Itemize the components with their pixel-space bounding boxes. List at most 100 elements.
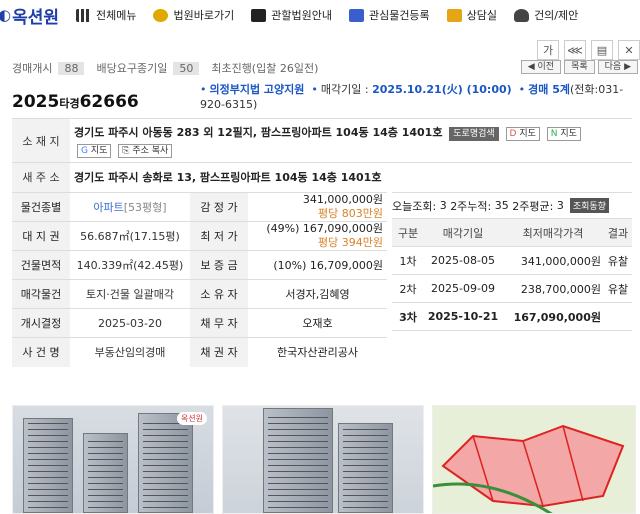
top-nav: 전체메뉴 법원바로가기 관할법원안내 관심물건등록 상담실 건의/제안 [76,7,595,23]
photo-exterior-1[interactable]: 옥션원 [12,405,214,514]
field-label: 사 건 명 [12,337,70,367]
daum-icon: D [509,128,517,139]
google-map-button[interactable]: G 지도 [77,143,112,158]
daum-map-button[interactable]: D 지도 [505,126,540,141]
property-size: [53평형] [123,201,167,214]
bullet-icon: • [518,83,526,96]
chat-icon [446,8,462,22]
sale-items: 토지·건물 일괄매각 [70,279,190,309]
site-logo[interactable]: ◐ 옥션원 [0,3,76,28]
photo-map[interactable] [432,405,636,514]
map-label: 지도 [560,128,577,139]
list-button[interactable]: 목록 [564,60,595,74]
appraisal-price: 341,000,000원 [302,193,383,206]
top-bar: ◐ 옥션원 전체메뉴 법원바로가기 관할법원안내 관심물건등록 상담실 건의/제안 [0,0,640,30]
history-row: 3차 2025-10-21 167,090,000원 [392,302,632,331]
print-icon[interactable]: ▤ [591,40,613,60]
stats-strip: 경매개시 88 배당요구종기일 50 최초진행(입찰 26일전) [12,61,318,75]
view-stats: 오늘조회: 3 2주누적: 35 2주평균: 3 조회동향 [392,192,632,218]
sale-date: 2025-09-09 [424,274,502,303]
naver-map-button[interactable]: N 지도 [546,126,581,141]
dept: 경매 5계 [528,83,570,96]
history-row: 2차 2025-09-09 238,700,000원 유찰 [392,274,632,303]
font-size-button[interactable]: 가 [537,40,559,60]
round: 1차 [392,246,424,275]
nav-label: 상담실 [466,9,498,22]
nav-label: 관심물건등록 [368,9,430,22]
sale-price: 238,700,000원 [502,274,604,303]
case-num: 62666 [79,92,139,112]
field-label: 최 저 가 [190,221,248,251]
creditor: 한국자산관리공사 [248,337,387,367]
field-label: 소 유 자 [190,279,248,309]
property-type[interactable]: 아파트 [93,201,123,214]
history-header: 매각기일 [424,218,502,247]
nav-court-guide[interactable]: 관할법원안내 [251,7,332,23]
view-trend-button[interactable]: 조회동향 [569,198,609,213]
case-name: 부동산임의경매 [70,337,190,367]
prev-button[interactable]: ◀ 이전 [520,60,562,74]
nav-all-menu[interactable]: 전체메뉴 [76,7,136,23]
next-button[interactable]: 다음 ▶ [597,60,638,74]
auction-date: 2025.10.21(火) (10:00) [372,83,512,96]
sale-history-table: 구분 매각기일 최저매각가격 결과 1차 2025-08-05 341,000,… [392,218,632,363]
court-name[interactable]: 의정부지법 고양지원 [210,83,305,96]
address-table: 소 재 지 경기도 파주시 아동동 283 외 12필지, 팜스프링아파트 10… [12,118,632,192]
bullet-icon: • [200,83,207,96]
photo-exterior-2[interactable] [222,405,424,514]
road-search-button[interactable]: 도로명검색 [449,126,499,141]
copy-address-button[interactable]: ⎘ 주소 복사 [118,143,173,158]
sale-date: 2025-08-05 [424,246,502,275]
minimum-per-pyeong: 평당 394만원 [318,236,383,249]
land-right: 56.687㎡(17.15평) [70,221,190,251]
view-avg: 3 [556,199,564,212]
nav-suggest[interactable]: 건의/제안 [514,7,578,23]
appraisal-per-pyeong: 평당 803만원 [318,207,383,220]
map-label: 지도 [519,128,536,139]
field-label: 감 정 가 [190,192,248,222]
deposit: (10%) 16,709,000원 [248,250,387,280]
view-label: 2주평균: [512,199,554,213]
stat-label: 배당요구종기일 [96,62,168,75]
start-decision-date: 2025-03-20 [70,308,190,338]
owner: 서경자,김혜영 [248,279,387,309]
photo-strip: 옥션원 [12,405,636,514]
nav-court-links[interactable]: 법원바로가기 [153,7,234,23]
map-label: 지도 [90,145,108,156]
sale-price: 167,090,000원 [502,302,604,331]
new-address-label: 새 주 소 [12,162,70,192]
new-address: 경기도 파주시 송화로 13, 팜스프링아파트 104동 14층 1401호 [70,162,632,192]
case-number: 2025타경62666 [12,92,139,112]
cadastral-map-icon [433,424,625,513]
field-label: 개시결정 [12,308,70,338]
minimum-price: (49%) 167,090,000원 [266,222,383,235]
tool-row: 가 ⋘ ▤ ✕ [532,40,640,60]
nav-label: 건의/제안 [534,9,579,22]
field-label: 대 지 권 [12,221,70,251]
home-star-icon [348,8,364,22]
google-icon: G [81,145,88,156]
stat-label: 경매개시 [12,62,53,75]
nav-consult[interactable]: 상담실 [446,7,498,23]
sale-result: 유찰 [604,274,632,303]
case-kind: 타경 [59,97,80,110]
round: 2차 [392,274,424,303]
sale-price: 341,000,000원 [502,246,604,275]
naver-icon: N [550,128,558,139]
history-header: 구분 [392,218,424,247]
field-label: 물건종별 [12,192,70,222]
share-icon[interactable]: ⋘ [564,40,586,60]
close-icon[interactable]: ✕ [618,40,640,60]
view-label: 오늘조회: [392,199,437,213]
sale-history-panel: 오늘조회: 3 2주누적: 35 2주평균: 3 조회동향 구분 매각기일 최저… [392,192,632,363]
location-address: 경기도 파주시 아동동 283 외 12필지, 팜스프링아파트 104동 14층… [74,125,443,139]
stat-badge: 88 [58,61,85,75]
location-label: 소 재 지 [12,118,70,163]
history-header: 최저매각가격 [502,218,604,247]
nav-label: 관할법원안내 [271,9,332,22]
field-label: 매각물건 [12,279,70,309]
nav-interest-register[interactable]: 관심물건등록 [348,7,430,23]
field-label: 채 무 자 [190,308,248,338]
building-area: 140.339㎡(42.45평) [70,250,190,280]
view-today: 3 [439,199,447,212]
